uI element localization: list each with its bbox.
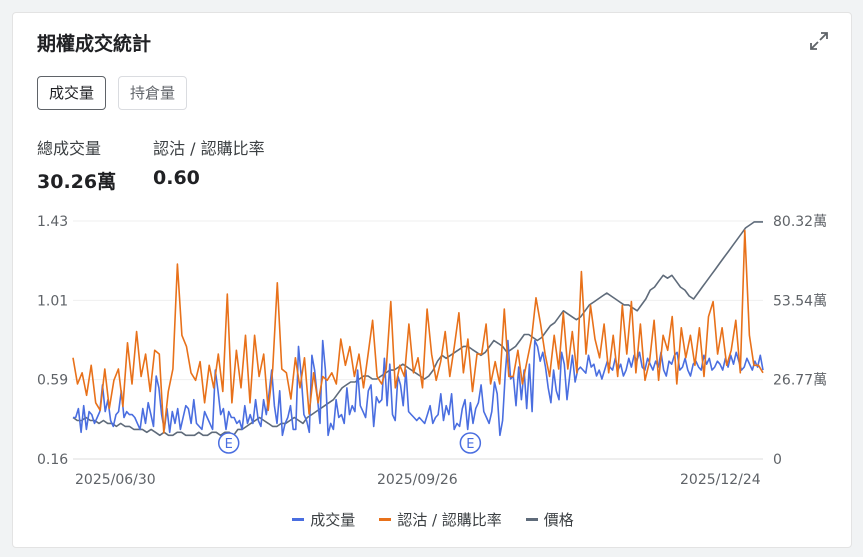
x-axis-tick-label: 2025/12/24 [680, 472, 761, 488]
legend-label-price: 價格 [543, 511, 574, 529]
legend-item-ratio[interactable]: 認沽 / 認購比率 [379, 509, 502, 530]
right-axis-tick-label: 53.54萬 [773, 293, 827, 309]
legend-swatch-ratio [379, 518, 392, 521]
ratio-series-line [72, 229, 764, 434]
legend-swatch-price [525, 518, 538, 521]
legend-item-price[interactable]: 價格 [525, 509, 574, 530]
legend-label-ratio: 認沽 / 認購比率 [397, 511, 502, 529]
legend-label-volume: 成交量 [310, 511, 356, 529]
left-axis-tick-label: 1.43 [37, 214, 68, 230]
legend-swatch-volume [292, 518, 305, 521]
x-axis-tick-label: 2025/06/30 [75, 472, 156, 488]
left-axis-tick-label: 0.59 [37, 373, 68, 389]
event-marker-label: E [466, 437, 474, 452]
x-axis-tick-label: 2025/09/26 [377, 472, 458, 488]
price-series-line [72, 221, 763, 437]
event-marker-label: E [225, 437, 233, 452]
volume-series-line [73, 339, 764, 437]
left-axis-tick-label: 1.01 [37, 293, 68, 309]
option-stats-card: 期權成交統計 成交量 持倉量 總成交量 30.26萬 認沽 / 認購比率 0.6… [12, 12, 852, 548]
right-axis-tick-label: 26.77萬 [773, 373, 827, 389]
chart-legend: 成交量 認沽 / 認購比率 價格 [13, 509, 853, 530]
legend-item-volume[interactable]: 成交量 [292, 509, 355, 530]
right-axis-tick-label: 0 [773, 452, 782, 468]
right-axis-tick-label: 80.32萬 [773, 214, 827, 230]
left-axis-tick-label: 0.16 [37, 452, 68, 468]
options-chart: 1.43 1.01 0.59 0.16 80.32萬 53.54萬 26.77萬 0 2025/… [37, 214, 827, 488]
